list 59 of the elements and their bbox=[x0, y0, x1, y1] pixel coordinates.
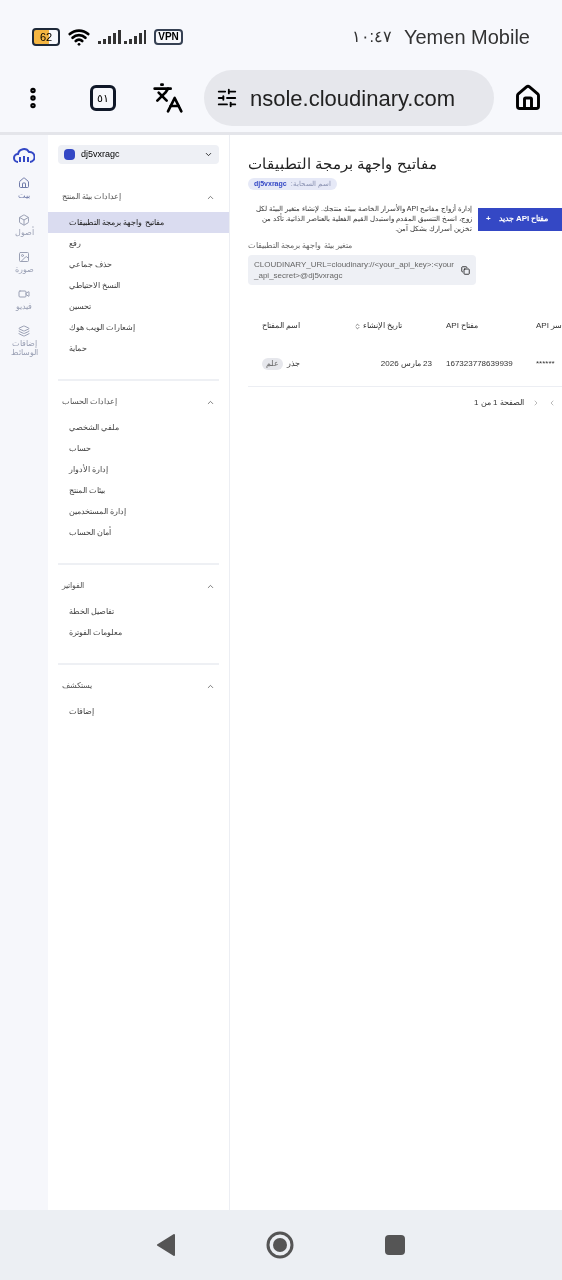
wifi-icon bbox=[68, 26, 91, 48]
cloud-avatar-icon bbox=[64, 149, 75, 160]
sidebar-item[interactable]: تفاصيل الخطة bbox=[48, 601, 229, 622]
new-api-key-button[interactable]: + مفتاح API جديد bbox=[478, 207, 562, 231]
table-cell: جذر bbox=[287, 357, 300, 370]
sidebar-item[interactable]: النسخ الاحتياطي bbox=[48, 275, 229, 296]
column-header: مفتاح API bbox=[445, 320, 480, 332]
signal-icon bbox=[98, 30, 147, 44]
clock: ١٠:٤٧ bbox=[351, 27, 392, 47]
section-header[interactable]: إعدادات الحساب bbox=[58, 391, 219, 413]
chevron-down-icon bbox=[204, 150, 213, 159]
copy-icon[interactable] bbox=[461, 265, 470, 275]
table-cell-text: 167323778639939 bbox=[445, 357, 514, 370]
sidebar-item[interactable]: رفع bbox=[48, 233, 229, 254]
back-icon[interactable] bbox=[156, 1234, 176, 1256]
column-header: سر API bbox=[535, 320, 562, 332]
sidebar-item[interactable]: إدارة الأدوار bbox=[48, 459, 229, 480]
url-text: nsole.cloudinary.com bbox=[250, 84, 456, 113]
rail-icon bbox=[18, 177, 30, 189]
sidebar-item[interactable]: ملفي الشخصي bbox=[48, 417, 229, 438]
section-header[interactable]: إعدادات بيئة المنتج bbox=[58, 186, 219, 208]
env-variable-label: متغير بيئة واجهة برمجة التطبيقات bbox=[248, 240, 352, 252]
env-variable-field: CLOUDINARY_URL=cloudinary://<your_api_key>:<your_api_secret>@dj5vxragc bbox=[248, 255, 476, 285]
sidebar-item[interactable]: إدارة المستخدمين bbox=[48, 501, 229, 522]
rail-item[interactable]: بيت bbox=[1, 177, 47, 200]
rail-icon bbox=[18, 288, 30, 300]
sidebar-item[interactable]: بيئات المنتج bbox=[48, 480, 229, 501]
section-header[interactable]: الفواتير bbox=[58, 575, 219, 597]
sidebar-item[interactable]: حماية bbox=[48, 338, 229, 359]
column-header: اسم المفتاح bbox=[261, 320, 302, 332]
table-cell-text: 23 مارس 2026 bbox=[379, 357, 432, 370]
section-header[interactable]: يستكشف bbox=[58, 675, 219, 697]
sidebar-item[interactable]: إضافات bbox=[48, 701, 229, 722]
sidebar-item[interactable]: تحسين bbox=[48, 296, 229, 317]
sidebar-item[interactable]: معلومات الفوترة bbox=[48, 622, 229, 643]
address-bar[interactable]: nsole.cloudinary.com bbox=[204, 70, 494, 126]
rail-icon bbox=[18, 214, 30, 226]
sidebar-item[interactable]: حذف جماعي bbox=[48, 254, 229, 275]
sidebar-item[interactable]: مفاتيح واجهة برمجة التطبيقات bbox=[48, 212, 229, 233]
carrier-name: Yemen Mobile bbox=[404, 25, 530, 50]
tabs-count-button[interactable]: ٥١ bbox=[90, 85, 116, 111]
site-settings-icon[interactable] bbox=[216, 87, 238, 109]
translate-icon[interactable] bbox=[152, 82, 184, 114]
pagination-label: الصفحة 1 من 1 bbox=[474, 397, 524, 409]
sidebar-item[interactable]: حساب bbox=[48, 438, 229, 459]
sidebar-item[interactable]: إشعارات الويب هوك bbox=[48, 317, 229, 338]
table-cell-text: ****** bbox=[535, 357, 556, 370]
recents-icon[interactable] bbox=[384, 1234, 406, 1256]
cloud-logo-icon[interactable] bbox=[13, 147, 35, 163]
sidebar-item[interactable]: أمان الحساب bbox=[48, 522, 229, 543]
rail-icon bbox=[18, 325, 30, 337]
vpn-icon: VPN bbox=[154, 29, 183, 45]
tag: علم bbox=[262, 357, 283, 370]
page-title: مفاتيح واجهة برمجة التطبيقات bbox=[248, 154, 437, 175]
rail-icon bbox=[18, 251, 30, 263]
cloud-selector[interactable]: dj5vxragc bbox=[58, 145, 219, 164]
home-icon[interactable] bbox=[514, 84, 542, 112]
home-button-icon[interactable] bbox=[266, 1231, 294, 1259]
column-header[interactable]: تاريخ الإنشاء bbox=[340, 320, 432, 332]
